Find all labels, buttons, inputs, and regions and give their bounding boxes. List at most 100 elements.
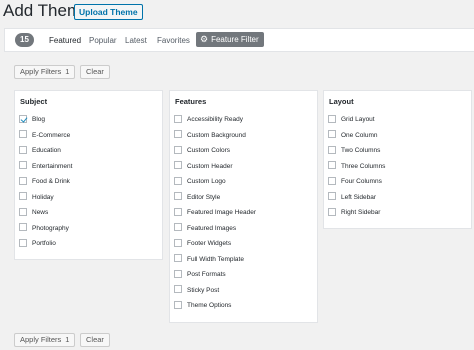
- layout-option-right-sidebar[interactable]: Right Sidebar: [328, 207, 380, 218]
- option-label: Footer Widgets: [187, 240, 232, 247]
- features-option-featured-images[interactable]: Featured Images: [174, 223, 236, 234]
- feature-filter-button[interactable]: ⚙ Feature Filter: [196, 32, 264, 47]
- subject-title: Subject: [20, 97, 48, 106]
- checkbox[interactable]: [174, 269, 182, 278]
- layout-option-three-columns[interactable]: Three Columns: [328, 161, 386, 172]
- apply-filters-button-bottom[interactable]: Apply Filters 1: [14, 333, 76, 347]
- checkbox[interactable]: [328, 192, 336, 201]
- features-option-featured-image-header[interactable]: Featured Image Header: [174, 207, 257, 218]
- apply-filters-count: 1: [65, 335, 70, 344]
- option-label: Three Columns: [341, 162, 386, 170]
- checkbox[interactable]: [174, 114, 182, 123]
- subject-option-entertainment[interactable]: Entertainment: [19, 161, 73, 172]
- option-label: Holiday: [32, 193, 54, 201]
- checkbox[interactable]: [174, 223, 182, 232]
- feature-filter-label: Feature Filter: [211, 35, 259, 44]
- checkbox[interactable]: [328, 176, 336, 185]
- checkbox[interactable]: [19, 145, 27, 154]
- checkbox[interactable]: [174, 207, 182, 216]
- checkbox[interactable]: [328, 207, 336, 216]
- checkbox[interactable]: [19, 114, 27, 123]
- checkbox[interactable]: [328, 161, 336, 170]
- filter-bar: 15 Featured Popular Latest Favorites ⚙ Fe…: [4, 28, 474, 52]
- option-label: Left Sidebar: [341, 193, 377, 201]
- subject-panel: Subject Blog E-Commerce Education Entert…: [14, 90, 163, 260]
- option-label: Portfolio: [32, 240, 56, 247]
- clear-button-bottom[interactable]: Clear: [80, 333, 110, 347]
- option-label: Food & Drink: [32, 178, 70, 185]
- features-option-custom-background[interactable]: Custom Background: [174, 130, 246, 141]
- option-label: Four Columns: [341, 178, 382, 185]
- features-option-sticky-post[interactable]: Sticky Post: [174, 285, 220, 296]
- option-label: Two Columns: [341, 147, 381, 154]
- features-option-custom-logo[interactable]: Custom Logo: [174, 176, 226, 187]
- features-option-custom-header[interactable]: Custom Header: [174, 161, 233, 172]
- checkbox[interactable]: [19, 192, 27, 201]
- layout-panel: Layout Grid Layout One Column Two Column…: [323, 90, 472, 229]
- features-option-full-width-template[interactable]: Full Width Template: [174, 254, 244, 265]
- option-label: Custom Background: [187, 131, 246, 139]
- checkbox[interactable]: [328, 145, 336, 154]
- theme-count-badge: 15: [15, 33, 34, 47]
- features-option-footer-widgets[interactable]: Footer Widgets: [174, 238, 232, 249]
- checkbox[interactable]: [328, 114, 336, 123]
- checkbox[interactable]: [174, 254, 182, 263]
- checkbox[interactable]: [174, 161, 182, 170]
- option-label: One Column: [341, 131, 378, 139]
- apply-filters-count: 1: [65, 67, 70, 76]
- checkbox[interactable]: [174, 285, 182, 294]
- option-label: Education: [32, 147, 61, 154]
- apply-filters-button-top[interactable]: Apply Filters 1: [14, 65, 76, 79]
- checkbox[interactable]: [174, 238, 182, 247]
- subject-option-food-drink[interactable]: Food & Drink: [19, 176, 70, 187]
- option-label: Grid Layout: [341, 116, 375, 123]
- features-option-theme-options[interactable]: Theme Options: [174, 300, 232, 311]
- checkbox[interactable]: [174, 130, 182, 139]
- option-label: Photography: [32, 224, 69, 232]
- option-label: Custom Logo: [187, 178, 226, 185]
- features-option-post-formats[interactable]: Post Formats: [174, 269, 226, 280]
- checkbox[interactable]: [19, 238, 27, 247]
- tab-featured[interactable]: Featured: [49, 35, 81, 46]
- checkbox[interactable]: [174, 176, 182, 185]
- tab-latest[interactable]: Latest: [125, 35, 147, 46]
- clear-button-top[interactable]: Clear: [80, 65, 110, 79]
- checkbox[interactable]: [19, 161, 27, 170]
- layout-option-four-columns[interactable]: Four Columns: [328, 176, 382, 187]
- option-label: Full Width Template: [187, 255, 244, 263]
- layout-option-left-sidebar[interactable]: Left Sidebar: [328, 192, 377, 203]
- subject-option-photography[interactable]: Photography: [19, 223, 69, 234]
- checkbox[interactable]: [328, 130, 336, 139]
- tab-popular[interactable]: Popular: [89, 35, 117, 46]
- checkbox[interactable]: [19, 223, 27, 232]
- subject-option-news[interactable]: News: [19, 207, 48, 218]
- checkbox[interactable]: [174, 192, 182, 201]
- subject-option-portfolio[interactable]: Portfolio: [19, 238, 56, 249]
- subject-option-blog[interactable]: Blog: [19, 114, 45, 125]
- checkbox[interactable]: [19, 207, 27, 216]
- option-label: Custom Colors: [187, 147, 230, 154]
- layout-option-grid-layout[interactable]: Grid Layout: [328, 114, 375, 125]
- upload-theme-button[interactable]: Upload Theme: [74, 4, 143, 20]
- features-option-accessibility-ready[interactable]: Accessibility Ready: [174, 114, 243, 125]
- option-label: Entertainment: [32, 162, 73, 170]
- option-label: E-Commerce: [32, 131, 71, 139]
- subject-option-education[interactable]: Education: [19, 145, 61, 156]
- checkbox[interactable]: [19, 130, 27, 139]
- features-option-custom-colors[interactable]: Custom Colors: [174, 145, 230, 156]
- layout-option-two-columns[interactable]: Two Columns: [328, 145, 381, 156]
- option-label: Featured Image Header: [187, 209, 257, 216]
- option-label: Theme Options: [187, 302, 232, 309]
- subject-option-holiday[interactable]: Holiday: [19, 192, 54, 203]
- layout-option-one-column[interactable]: One Column: [328, 130, 378, 141]
- gear-icon: ⚙: [200, 34, 209, 44]
- features-option-editor-style[interactable]: Editor Style: [174, 192, 220, 203]
- checkbox[interactable]: [174, 145, 182, 154]
- tab-favorites[interactable]: Favorites: [157, 35, 190, 46]
- checkbox[interactable]: [174, 300, 182, 309]
- checkbox[interactable]: [19, 176, 27, 185]
- subject-option-e-commerce[interactable]: E-Commerce: [19, 130, 71, 141]
- option-label: Accessibility Ready: [187, 116, 243, 123]
- option-label: Post Formats: [187, 271, 226, 278]
- option-label: Sticky Post: [187, 286, 220, 294]
